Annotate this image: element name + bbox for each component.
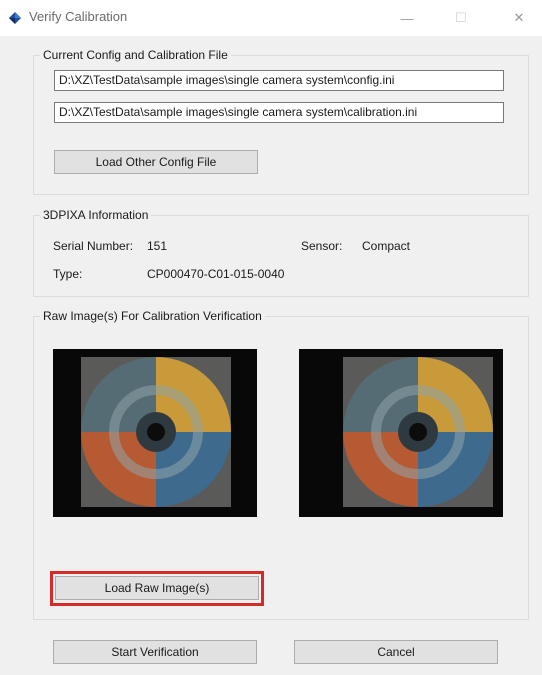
start-verification-button[interactable]: Start Verification [53,640,257,664]
type-label: Type: [53,267,83,281]
serial-number-value: 151 [147,239,168,253]
config-group-legend: Current Config and Calibration File [40,48,231,62]
app-diamond-icon [9,12,21,24]
raw-image-right [299,349,503,517]
info-group-legend: 3DPIXA Information [40,208,152,222]
cancel-button[interactable]: Cancel [294,640,498,664]
sensor-label: Sensor: [301,239,343,253]
serial-number-label: Serial Number: [53,239,134,253]
raw-image-left [53,349,257,517]
window-title: Verify Calibration [29,9,128,24]
raw-image-group-legend: Raw Image(s) For Calibration Verificatio… [40,309,265,323]
config-group: Current Config and Calibration File D:\X… [33,48,529,195]
type-value: CP000470-C01-015-0040 [147,267,285,281]
config-path-field[interactable]: D:\XZ\TestData\sample images\single came… [54,70,504,91]
calibration-path-field[interactable]: D:\XZ\TestData\sample images\single came… [54,102,504,123]
info-group: 3DPIXA Information Serial Number: 151 Se… [33,208,529,297]
close-button[interactable]: ✕ [496,0,542,36]
minimize-button[interactable]: — [384,0,430,36]
maximize-button[interactable]: ☐ [438,0,484,36]
load-raw-images-button[interactable]: Load Raw Image(s) [55,576,259,600]
load-config-button[interactable]: Load Other Config File [54,150,258,174]
sensor-value: Compact [362,239,411,253]
raw-image-group: Raw Image(s) For Calibration Verificatio… [33,309,529,620]
title-bar: Verify Calibration — ☐ ✕ [0,0,542,36]
